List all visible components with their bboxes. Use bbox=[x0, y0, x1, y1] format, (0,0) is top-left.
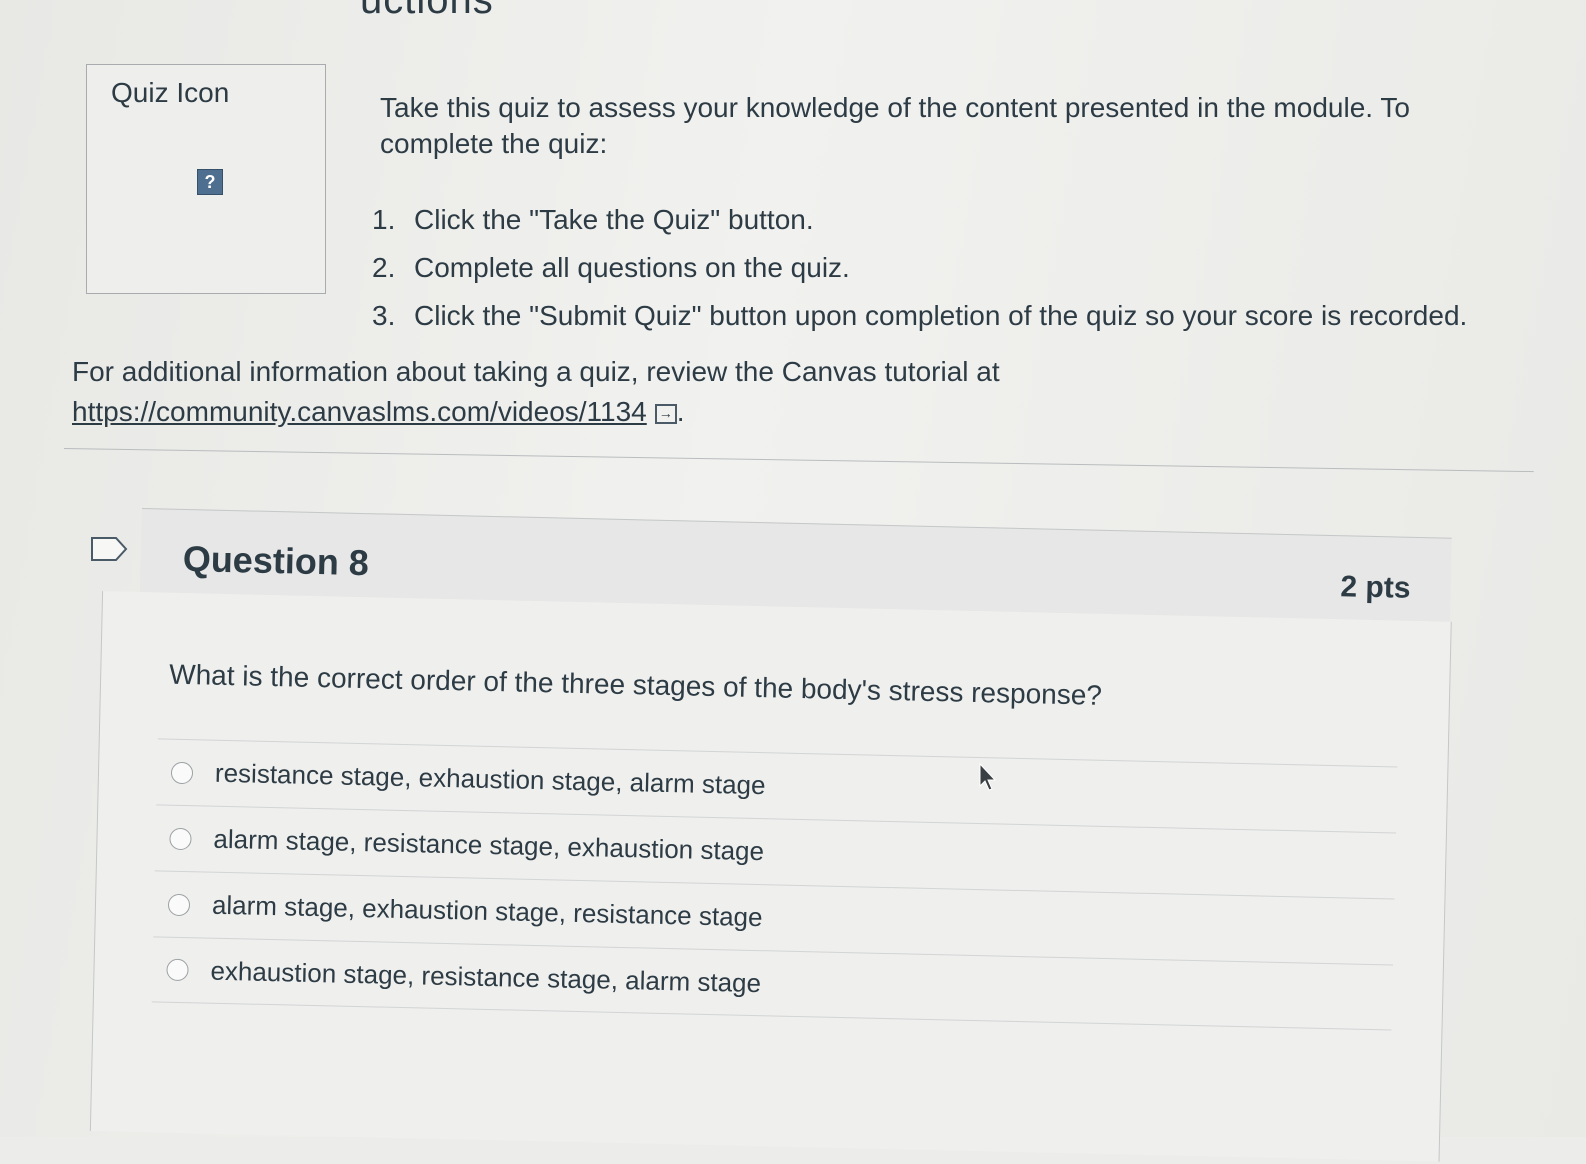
question-points: 2 pts bbox=[1340, 570, 1411, 605]
step-number: 1. bbox=[372, 204, 396, 235]
answer-label[interactable]: exhaustion stage, resistance stage, alar… bbox=[210, 955, 761, 998]
question-card: Question 8 2 pts What is the correct ord… bbox=[89, 508, 1542, 1162]
additional-info: For additional information about taking … bbox=[72, 352, 1132, 432]
flag-icon[interactable] bbox=[90, 536, 128, 562]
answer-radio[interactable] bbox=[166, 958, 189, 982]
external-link-icon: → bbox=[654, 403, 677, 424]
answer-radio[interactable] bbox=[167, 893, 191, 916]
answer-radio[interactable] bbox=[170, 761, 194, 784]
instruction-step: 3. Click the "Submit Quiz" button upon c… bbox=[372, 292, 1542, 340]
question-body: What is the correct order of the three s… bbox=[89, 591, 1452, 1162]
step-text: Click the "Submit Quiz" button upon comp… bbox=[414, 300, 1468, 331]
question-title: Question 8 bbox=[182, 537, 370, 584]
step-number: 3. bbox=[372, 300, 396, 331]
answer-label[interactable]: alarm stage, resistance stage, exhaustio… bbox=[213, 824, 764, 867]
section-heading: uctions bbox=[360, 0, 494, 22]
mouse-pointer-icon bbox=[979, 762, 997, 791]
step-text: Click the "Take the Quiz" button. bbox=[414, 204, 814, 235]
quiz-question-icon: ? bbox=[197, 169, 223, 195]
section-divider bbox=[63, 448, 1534, 473]
step-number: 2. bbox=[372, 252, 396, 283]
intro-text: Take this quiz to assess your knowledge … bbox=[380, 92, 1410, 159]
canvas-tutorial-link[interactable]: https://community.canvaslms.com/videos/1… bbox=[72, 396, 647, 427]
instruction-step: 2. Complete all questions on the quiz. bbox=[372, 244, 1542, 292]
instruction-step: 1. Click the "Take the Quiz" button. bbox=[372, 196, 1542, 244]
quiz-intro: Take this quiz to assess your knowledge … bbox=[380, 90, 1520, 162]
answer-label[interactable]: resistance stage, exhaustion stage, alar… bbox=[215, 758, 766, 801]
answer-list: resistance stage, exhaustion stage, alar… bbox=[151, 738, 1398, 1031]
quiz-icon-box: Quiz Icon ? bbox=[86, 64, 326, 294]
instruction-steps: 1. Click the "Take the Quiz" button. 2. … bbox=[372, 196, 1542, 340]
additional-info-suffix: . bbox=[676, 396, 685, 427]
quiz-page: uctions Quiz Icon ? Take this quiz to as… bbox=[0, 0, 1586, 1162]
additional-info-text: For additional information about taking … bbox=[72, 356, 1000, 387]
question-text: What is the correct order of the three s… bbox=[168, 658, 1103, 711]
answer-radio[interactable] bbox=[169, 827, 192, 850]
answer-label[interactable]: alarm stage, exhaustion stage, resistanc… bbox=[212, 890, 763, 933]
step-text: Complete all questions on the quiz. bbox=[414, 252, 850, 283]
quiz-icon-label: Quiz Icon bbox=[111, 77, 230, 108]
